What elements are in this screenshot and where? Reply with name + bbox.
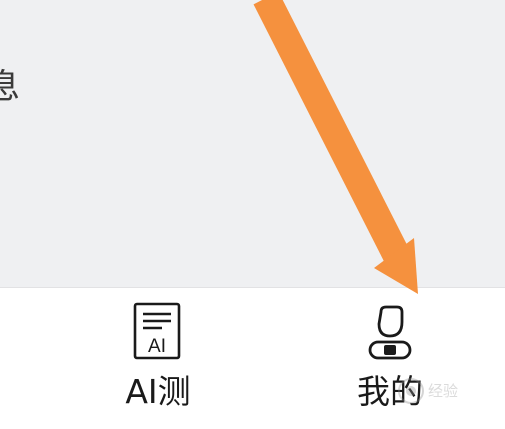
tab-ai-test[interactable]: AI AI测: [88, 288, 228, 429]
watermark-logo-icon: [398, 378, 424, 404]
ai-icon-text: AI: [148, 336, 166, 357]
watermark-text: 经验: [428, 382, 459, 400]
partial-text: 息: [0, 67, 20, 107]
watermark: 经验: [396, 372, 501, 412]
content-area: 息: [0, 0, 505, 287]
profile-icon: [368, 305, 412, 360]
ai-test-icon: AI: [133, 302, 181, 360]
tab-ai-test-label: AI测: [125, 372, 191, 411]
